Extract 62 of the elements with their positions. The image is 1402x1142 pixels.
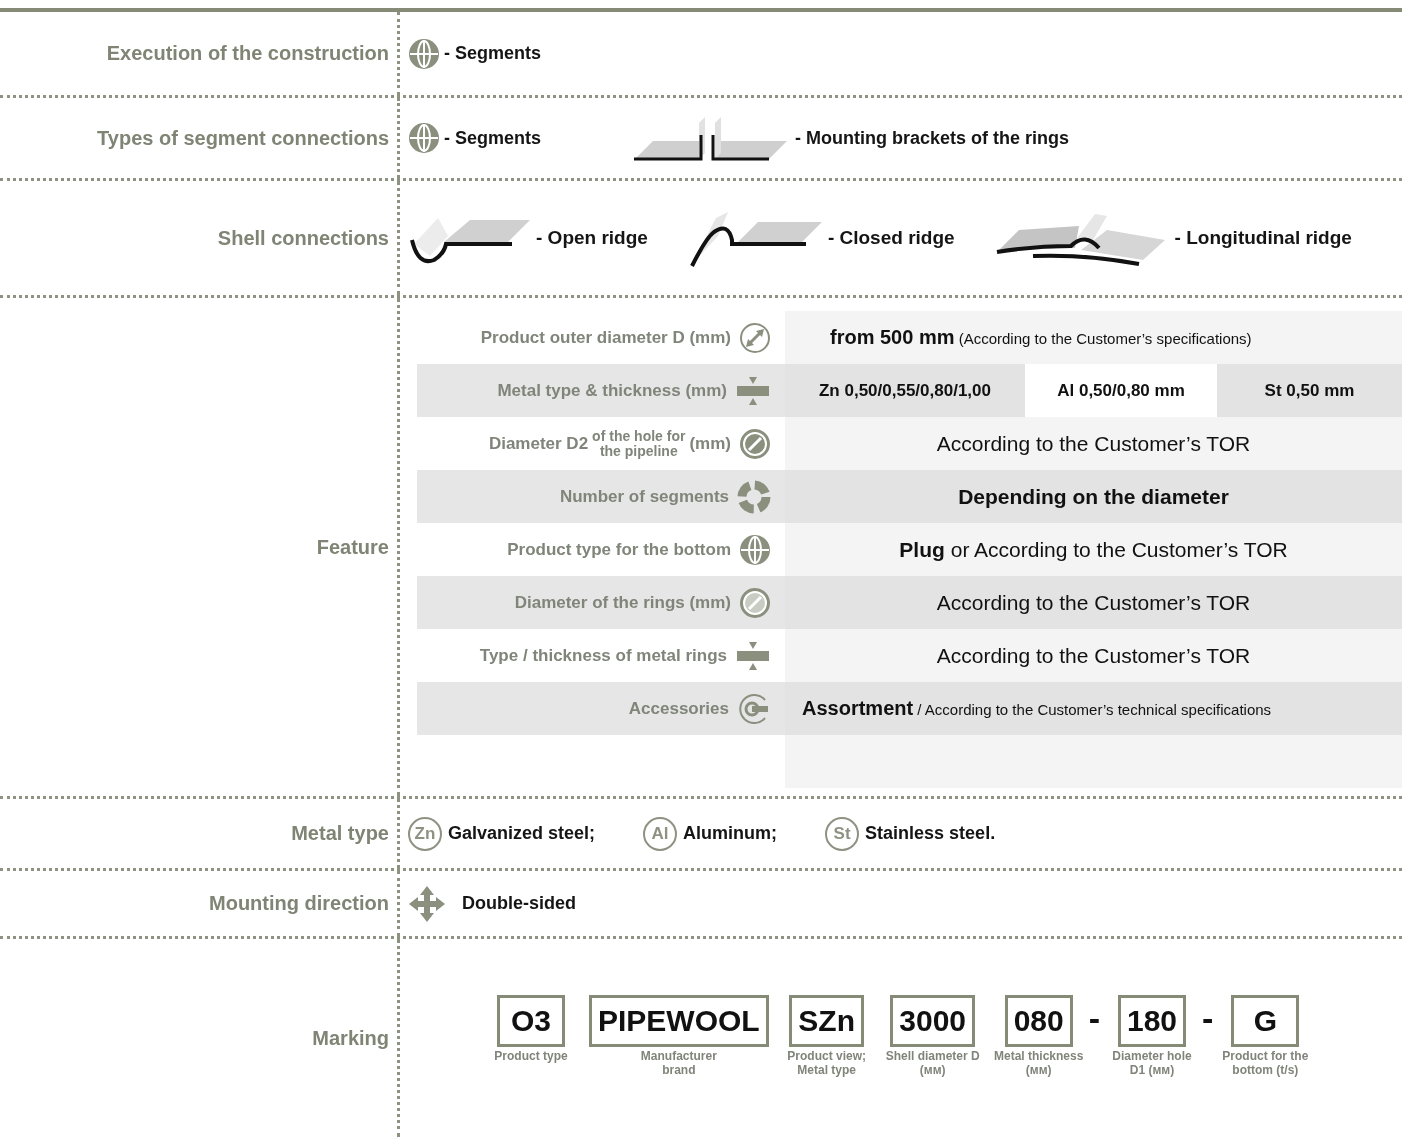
- code-box: SZn: [789, 995, 864, 1047]
- value-text: Plug or According to the Customer’s TOR: [899, 537, 1288, 562]
- globe-icon: [739, 533, 771, 566]
- feature-label: Product type for the bottom: [507, 539, 731, 560]
- value-text: from 500 mm (According to the Customer’s specifications): [830, 326, 1252, 349]
- section-label: Shell connections: [217, 226, 389, 250]
- item-text: Stainless steel.: [865, 823, 996, 844]
- code-caption: Metal thickness (мм): [993, 1049, 1085, 1077]
- code-box: O3: [497, 995, 565, 1047]
- code-caption: Manufacturer brand: [639, 1049, 718, 1077]
- metal-symbol: St: [825, 816, 860, 851]
- item-text: - Open ridge: [536, 227, 648, 249]
- section-label: Feature: [316, 535, 389, 559]
- value-cell-text: Zn 0,50/0,55/0,80/1,00: [818, 379, 992, 402]
- dash-separator: -: [1202, 999, 1214, 1038]
- item-text: Galvanized steel;: [448, 823, 596, 844]
- code-caption: Product view; Metal type: [786, 1049, 868, 1077]
- item-text: - Mounting brackets of the rings: [795, 127, 1070, 149]
- value-cell: Al 0,50/0,80 mm: [1025, 364, 1217, 417]
- item-text: - Segments: [444, 127, 542, 149]
- code-caption: Product type: [493, 1049, 569, 1063]
- segments-icon: [737, 479, 771, 514]
- feature-label: Accessories: [628, 698, 729, 719]
- ring-diameter-icon: [739, 586, 771, 619]
- globe-icon: [408, 122, 440, 154]
- code-box: G: [1231, 995, 1300, 1047]
- code-box: 3000: [890, 995, 976, 1047]
- section-label: Mounting direction: [209, 892, 389, 915]
- section-label: Metal type: [291, 822, 389, 845]
- value-text: According to the Customer’s TOR: [936, 643, 1251, 668]
- value-cell-text: St 0,50 mm: [1263, 379, 1356, 402]
- item-text: Double-sided: [462, 893, 576, 914]
- value-text: Depending on the diameter: [958, 484, 1229, 509]
- value-text: Assortment / According to the Customer’s technical specifications: [802, 697, 1272, 720]
- hole-diameter-icon: [739, 427, 771, 460]
- value-text: According to the Customer’s TOR: [936, 431, 1251, 456]
- metal-symbol: Zn: [408, 816, 442, 851]
- code-box: 080: [1004, 995, 1073, 1047]
- feature-label: Product outer diameter D (mm): [480, 327, 731, 348]
- metal-symbol: Al: [643, 816, 678, 851]
- move-arrows-icon: [408, 884, 446, 923]
- feature-label: Diameter of the rings (mm): [514, 592, 731, 613]
- dash-separator: -: [1088, 999, 1100, 1038]
- item-text: - Segments: [444, 43, 542, 64]
- code-caption: Product for the bottom (t/s): [1221, 1049, 1310, 1077]
- code-box: 180: [1118, 995, 1187, 1047]
- code-caption: Shell diameter D (мм): [884, 1049, 981, 1077]
- section-label: Marking: [312, 1026, 389, 1050]
- item-text: - Closed ridge: [827, 227, 955, 249]
- accessory-icon: [737, 691, 771, 726]
- code-caption: Diameter hole D1 (мм): [1111, 1049, 1193, 1077]
- globe-icon: [408, 37, 440, 70]
- section-label: Execution of the construction: [106, 42, 389, 65]
- section-label: Types of segment connections: [97, 126, 389, 150]
- value-text: According to the Customer’s TOR: [936, 590, 1251, 615]
- feature-label: Metal type & thickness (mm): [497, 380, 727, 401]
- code-box: PIPEWOOL: [589, 995, 769, 1047]
- feature-label: Type / thickness of metal rings: [479, 645, 727, 666]
- item-text: Aluminum;: [683, 823, 778, 844]
- item-text: - Longitudinal ridge: [1174, 227, 1352, 249]
- feature-label: Number of segments: [559, 486, 729, 507]
- diameter-icon: [739, 321, 771, 354]
